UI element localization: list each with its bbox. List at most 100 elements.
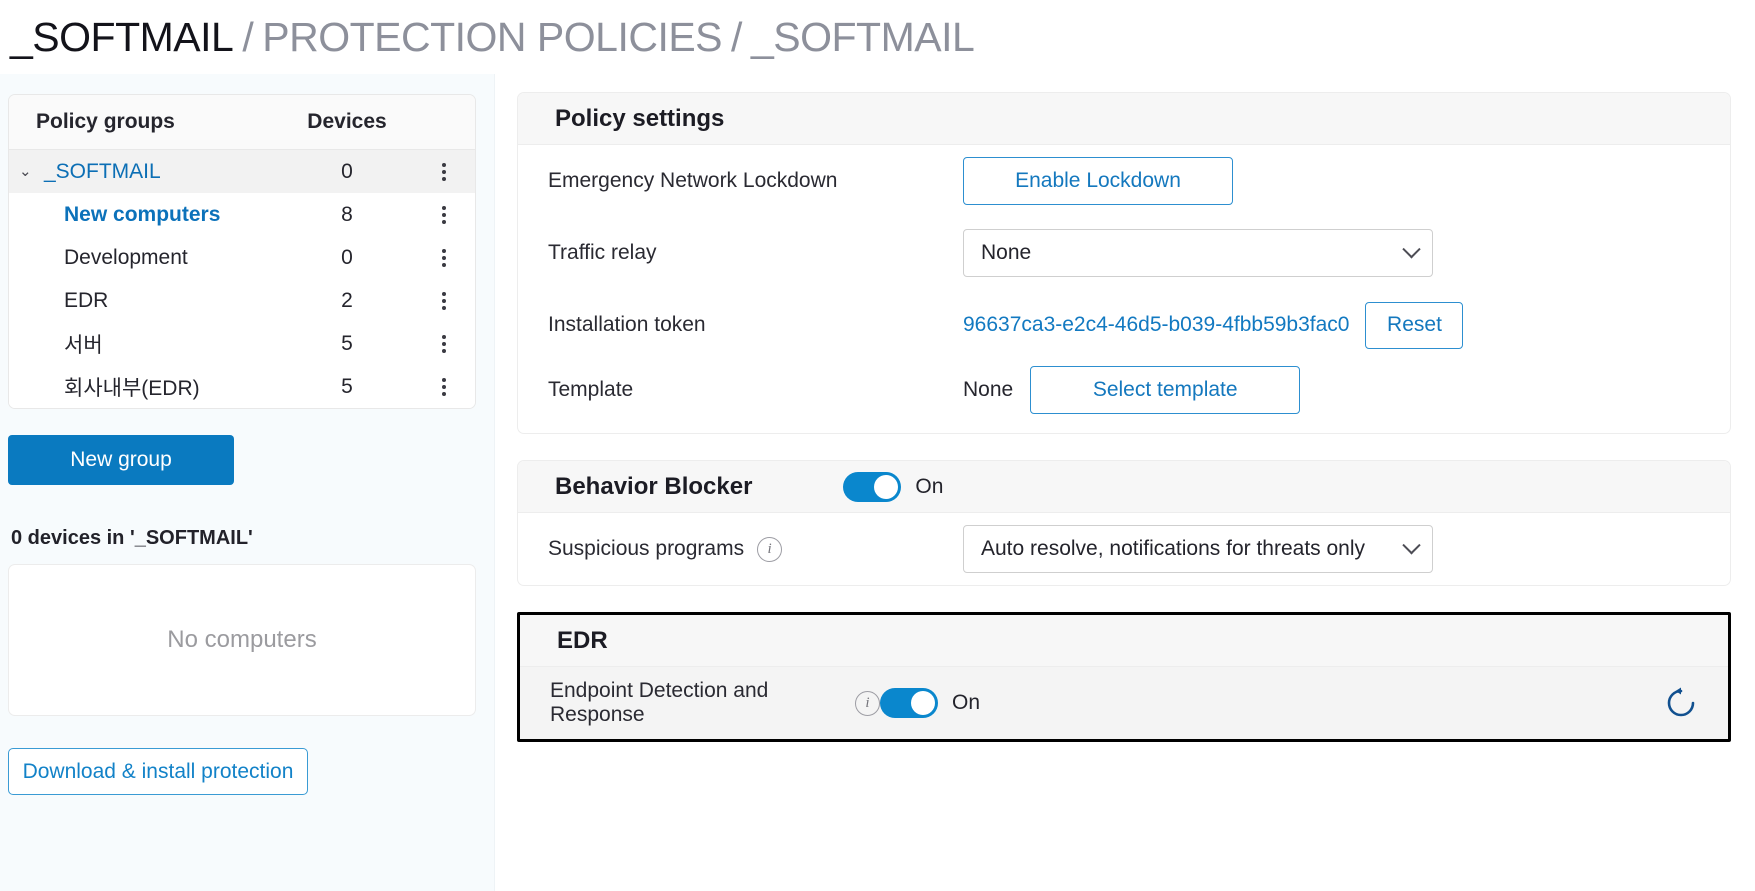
- breadcrumb-section[interactable]: PROTECTION POLICIES: [262, 14, 722, 61]
- settings-panel: Policy settings Emergency Network Lockdo…: [495, 74, 1755, 891]
- policy-group-name[interactable]: New computers: [64, 203, 220, 227]
- traffic-relay-control: None: [963, 229, 1700, 277]
- sidebar-panel: Policy groups Devices ⌄ _SOFTMAIL 0 New com…: [0, 74, 495, 891]
- dot: [442, 341, 446, 346]
- policy-settings-title-text: Policy settings: [555, 104, 725, 132]
- policy-group-row[interactable]: EDR 2: [9, 279, 475, 322]
- new-group-button[interactable]: New group: [8, 435, 234, 485]
- dot: [442, 248, 446, 253]
- behavior-blocker-body: Suspicious programs i Auto resolve, noti…: [518, 513, 1730, 585]
- dot: [442, 205, 446, 210]
- dot: [442, 212, 446, 217]
- edr-row-control: On: [880, 686, 1698, 720]
- dot: [442, 176, 446, 181]
- breadcrumb-separator-2: /: [731, 13, 742, 60]
- dot: [442, 298, 446, 303]
- policy-group-name-cell: 회사내부(EDR): [9, 372, 281, 402]
- reset-token-button[interactable]: Reset: [1365, 301, 1464, 349]
- dot: [442, 291, 446, 296]
- dot: [442, 219, 446, 224]
- select-template-button[interactable]: Select template: [1030, 366, 1301, 414]
- policy-group-name-cell: ⌄ _SOFTMAIL: [9, 160, 281, 184]
- enable-lockdown-button[interactable]: Enable Lockdown: [963, 157, 1233, 205]
- computers-empty-state: No computers: [8, 564, 476, 716]
- more-options-icon[interactable]: [413, 334, 475, 353]
- policy-group-name-cell: 서버: [9, 329, 281, 359]
- chevron-down-icon: [1402, 535, 1421, 554]
- behavior-blocker-header: Behavior Blocker On: [518, 461, 1730, 513]
- edr-row-label: Endpoint Detection and Response i: [550, 679, 880, 727]
- breadcrumb-policy[interactable]: _SOFTMAIL: [751, 14, 975, 61]
- edr-state: On: [952, 691, 981, 714]
- installation-token-value[interactable]: 96637ca3-e2c4-46d5-b039-4fbb59b3fac0: [963, 313, 1349, 337]
- suspicious-programs-value: Auto resolve, notifications for threats …: [981, 537, 1366, 560]
- dot: [442, 305, 446, 310]
- policy-group-name[interactable]: 회사내부(EDR): [64, 372, 200, 402]
- traffic-relay-label: Traffic relay: [548, 241, 657, 264]
- policy-group-name-cell: New computers: [9, 203, 281, 227]
- dot: [442, 255, 446, 260]
- info-icon[interactable]: i: [757, 536, 783, 562]
- more-options-icon[interactable]: [413, 162, 475, 181]
- dot: [442, 169, 446, 174]
- installation-token-label: Installation token: [548, 313, 706, 336]
- policy-group-device-count: 5: [341, 374, 353, 398]
- emergency-lockdown-label: Emergency Network Lockdown: [548, 169, 838, 192]
- dot: [442, 391, 446, 396]
- suspicious-programs-select[interactable]: Auto resolve, notifications for threats …: [963, 525, 1433, 573]
- policy-group-name-cell: EDR: [9, 289, 281, 313]
- toggle-knob: [874, 474, 899, 499]
- policy-group-name[interactable]: _SOFTMAIL: [44, 160, 161, 184]
- policy-group-name[interactable]: 서버: [64, 329, 103, 359]
- row-suspicious-programs: Suspicious programs i Auto resolve, noti…: [518, 513, 1730, 585]
- app-page: _SOFTMAIL / PROTECTION POLICIES / _SOFTM…: [0, 0, 1755, 891]
- edr-row-label-text: Endpoint Detection and Response: [550, 679, 769, 726]
- policy-group-name[interactable]: Development: [64, 246, 188, 270]
- policy-settings-card: Policy settings Emergency Network Lockdo…: [517, 92, 1731, 434]
- download-install-protection-button[interactable]: Download & install protection: [8, 748, 308, 795]
- policy-group-row[interactable]: Development 0: [9, 236, 475, 279]
- policy-group-row[interactable]: 회사내부(EDR) 5: [9, 365, 475, 408]
- policy-group-row[interactable]: 서버 5: [9, 322, 475, 365]
- behavior-blocker-title: Behavior Blocker: [555, 472, 753, 500]
- column-header-devices: Devices: [307, 110, 387, 133]
- body-container: Policy groups Devices ⌄ _SOFTMAIL 0 New com…: [0, 74, 1755, 891]
- more-options-icon[interactable]: [413, 205, 475, 224]
- behavior-blocker-state: On: [915, 474, 944, 498]
- info-icon[interactable]: i: [855, 690, 880, 716]
- more-options-icon[interactable]: [413, 248, 475, 267]
- breadcrumb-org[interactable]: _SOFTMAIL: [10, 14, 234, 61]
- empty-state-text: No computers: [167, 626, 317, 653]
- traffic-relay-value: None: [981, 241, 1032, 264]
- policy-group-row[interactable]: ⌄ _SOFTMAIL 0: [9, 150, 475, 193]
- breadcrumb-separator-1: /: [242, 13, 254, 60]
- edr-title: EDR: [557, 626, 608, 654]
- edr-card: EDR Endpoint Detection and Response i On: [517, 612, 1731, 742]
- breadcrumb: _SOFTMAIL / PROTECTION POLICIES / _SOFTM…: [0, 0, 1755, 74]
- chevron-down-icon[interactable]: ⌄: [19, 164, 41, 179]
- edr-toggle-wrap: On: [880, 688, 980, 718]
- row-template: Template None Select template: [518, 361, 1730, 433]
- policy-group-row[interactable]: New computers 8: [9, 193, 475, 236]
- row-installation-token: Installation token 96637ca3-e2c4-46d5-b0…: [518, 289, 1730, 361]
- policy-group-device-count: 2: [341, 288, 353, 312]
- dot: [442, 334, 446, 339]
- more-options-icon[interactable]: [413, 377, 475, 396]
- policy-group-device-count: 0: [341, 245, 353, 269]
- policy-groups-header: Policy groups Devices: [9, 95, 475, 150]
- behavior-blocker-toggle[interactable]: [843, 471, 902, 502]
- edr-body: Endpoint Detection and Response i On: [520, 667, 1728, 739]
- policy-groups-card: Policy groups Devices ⌄ _SOFTMAIL 0 New com…: [8, 94, 476, 409]
- more-options-icon[interactable]: [413, 291, 475, 310]
- edr-toggle[interactable]: [880, 688, 938, 718]
- traffic-relay-select[interactable]: None: [963, 229, 1433, 277]
- template-value: None: [963, 378, 1014, 401]
- dot: [442, 162, 446, 167]
- policy-group-device-count: 8: [341, 202, 353, 226]
- chevron-down-icon: [1402, 239, 1421, 258]
- suspicious-programs-label: Suspicious programs i: [548, 536, 963, 562]
- edr-header: EDR: [520, 615, 1728, 667]
- dot: [442, 348, 446, 353]
- refresh-icon[interactable]: [1664, 686, 1698, 720]
- policy-group-name[interactable]: EDR: [64, 289, 108, 313]
